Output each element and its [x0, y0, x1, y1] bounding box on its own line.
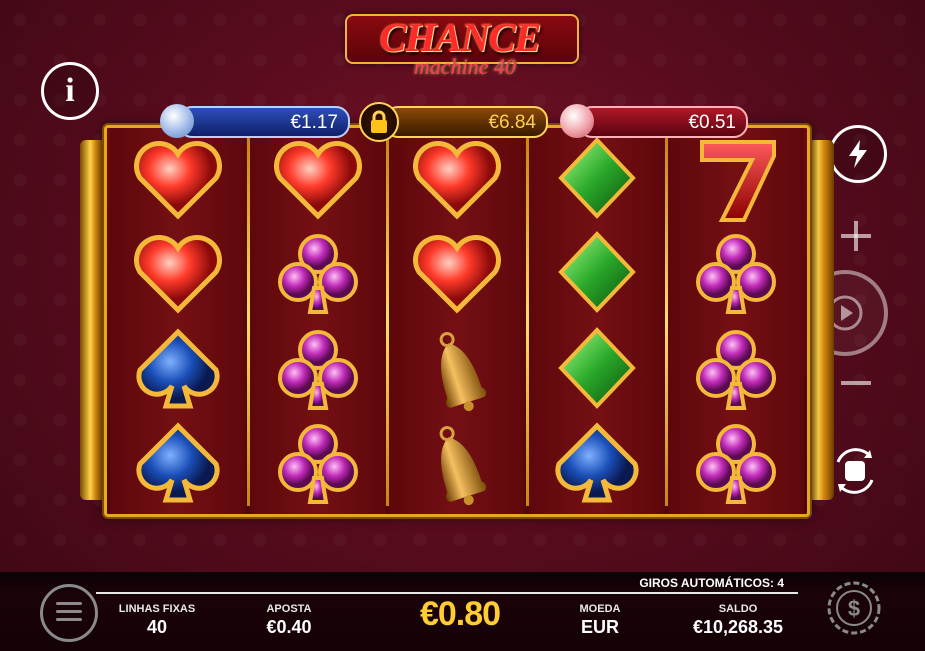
cashier-button[interactable]: $ [826, 580, 882, 636]
diamond-symbol-icon [557, 327, 636, 409]
bet-label: APOSTA [266, 603, 312, 615]
autoplay-stop-icon [836, 448, 874, 494]
seven-symbol-icon [700, 140, 776, 222]
bet-decrease-button[interactable] [838, 378, 874, 388]
jackpot-red-value: €0.51 [688, 112, 736, 133]
reels-frame [104, 125, 810, 517]
jackpot-red-coin-icon [560, 104, 594, 138]
info-button[interactable]: i [41, 62, 99, 120]
hamburger-icon [56, 618, 82, 621]
frame-right-pillar [808, 140, 834, 500]
lock-icon [359, 102, 399, 142]
club-symbol-icon [277, 234, 358, 314]
diamond-symbol-icon [557, 137, 636, 219]
club-symbol-icon [696, 234, 776, 314]
jackpot-red: €0.51 [578, 106, 748, 138]
balance-stat: SALDO €10,268.35 [676, 603, 800, 638]
reel-5 [668, 128, 804, 514]
spade-symbol-icon [136, 422, 220, 503]
reel-1 [110, 128, 246, 514]
svg-text:$: $ [848, 596, 860, 621]
diamond-symbol-icon [557, 231, 636, 313]
bell-symbol-icon [439, 426, 487, 506]
reel-3 [389, 128, 525, 514]
lines-stat: LINHAS FIXAS 40 [118, 603, 196, 638]
balance-value: €10,268.35 [692, 617, 784, 637]
club-symbol-icon [277, 330, 358, 410]
heart-symbol-icon [413, 141, 501, 220]
jackpot-blue: €1.17 [178, 106, 350, 138]
bet-stat[interactable]: APOSTA €0.40 [248, 603, 330, 638]
reel-4 [528, 128, 665, 514]
club-symbol-icon [277, 424, 358, 504]
autoplay-stop-button[interactable] [826, 442, 884, 500]
coin-dollar-icon: $ [827, 581, 881, 635]
currency-label: MOEDA [579, 603, 621, 615]
club-symbol-icon [696, 330, 776, 410]
spade-symbol-icon [136, 328, 220, 409]
turbo-button[interactable] [829, 125, 887, 183]
spade-symbol-icon [554, 422, 639, 503]
logo-subtitle: machine 40 [413, 54, 517, 79]
currency-stat: MOEDA EUR [566, 603, 634, 638]
balance-label: SALDO [718, 603, 758, 615]
jackpot-blue-coin-icon [160, 104, 194, 138]
jackpot-gold: €6.84 [384, 106, 548, 138]
lines-value: 40 [146, 617, 168, 637]
info-icon: i [65, 72, 75, 109]
lightning-icon [849, 140, 867, 168]
heart-symbol-icon [134, 141, 222, 220]
bell-symbol-icon [439, 332, 487, 412]
heart-symbol-icon [273, 141, 362, 220]
bottom-divider [96, 592, 798, 594]
lines-label: LINHAS FIXAS [118, 603, 196, 615]
currency-value: EUR [580, 617, 619, 637]
heart-symbol-icon [413, 235, 501, 314]
total-bet: €0.80 [419, 595, 501, 633]
jackpot-blue-value: €1.17 [290, 112, 338, 133]
frame-left-pillar [80, 140, 106, 500]
jackpot-gold-value: €6.84 [488, 112, 536, 133]
bet-value: €0.40 [266, 617, 312, 637]
game-logo: CHANCE machine 40 [345, 12, 579, 78]
reel-2 [249, 128, 386, 514]
hamburger-icon [56, 610, 82, 613]
menu-button[interactable] [40, 584, 98, 642]
bet-increase-button[interactable] [838, 218, 874, 254]
club-symbol-icon [696, 424, 776, 504]
autospins-counter: GIROS AUTOMÁTICOS: 4 [639, 576, 784, 590]
hamburger-icon [56, 602, 82, 605]
heart-symbol-icon [134, 235, 222, 314]
